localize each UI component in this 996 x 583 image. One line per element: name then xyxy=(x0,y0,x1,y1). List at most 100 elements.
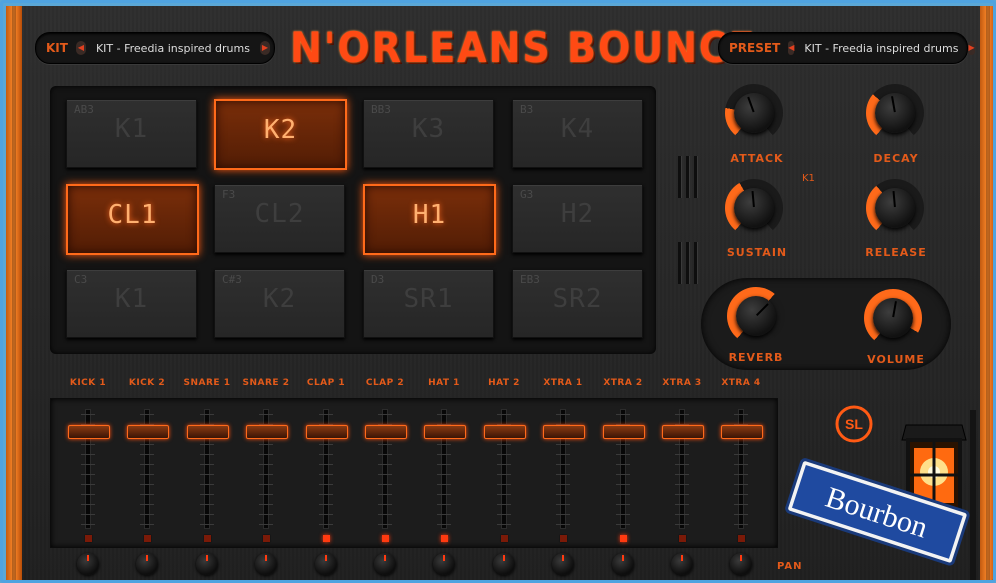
kit-selector[interactable]: KIT ◀ KIT - Freedia inspired drums ▶ xyxy=(35,32,275,64)
drum-pad[interactable]: D3 SR1 xyxy=(363,269,494,338)
preset-selector[interactable]: PRESET ◀ KIT - Freedia inspired drums ▶ xyxy=(718,32,975,64)
attack-knob[interactable] xyxy=(725,84,783,142)
fader-tick xyxy=(319,444,333,445)
pan-knob[interactable] xyxy=(77,553,99,575)
fader-tick xyxy=(616,454,630,455)
pan-knob[interactable] xyxy=(433,553,455,575)
decay-knob[interactable] xyxy=(866,84,924,142)
kit-tag: KIT xyxy=(46,41,68,55)
channel-led xyxy=(679,535,686,542)
volume-knob[interactable] xyxy=(864,289,922,347)
preset-next-arrow-icon[interactable]: ▶ xyxy=(968,41,975,55)
volume-fader-handle[interactable] xyxy=(187,425,229,439)
fader-tick xyxy=(497,484,511,485)
volume-fader-handle[interactable] xyxy=(246,425,288,439)
channel-name: XTRA 4 xyxy=(721,378,761,388)
pan-knob[interactable] xyxy=(671,553,693,575)
drum-pad[interactable]: BB3 K3 xyxy=(363,99,494,168)
drum-pad[interactable]: EB3 SR2 xyxy=(512,269,643,338)
pan-knob[interactable] xyxy=(255,553,277,575)
pan-knob[interactable] xyxy=(552,553,574,575)
release-knob[interactable] xyxy=(866,179,924,237)
bourbon-street-decoration: Bourbon xyxy=(785,410,976,580)
fader-tick xyxy=(378,444,392,445)
fader-tick xyxy=(556,444,570,445)
fader-tick xyxy=(140,414,154,415)
fader-tick xyxy=(616,524,630,525)
volume-fader-handle[interactable] xyxy=(484,425,526,439)
drum-pad[interactable]: C#3 K2 xyxy=(214,269,345,338)
pan-knob[interactable] xyxy=(730,553,752,575)
fader-tick xyxy=(319,474,333,475)
fader-tick xyxy=(200,504,214,505)
fader-tick xyxy=(616,484,630,485)
volume-fader-handle[interactable] xyxy=(127,425,169,439)
channel-led xyxy=(738,535,745,542)
pan-knob[interactable] xyxy=(136,553,158,575)
pad-label: SR2 xyxy=(552,284,603,314)
fader-tick xyxy=(437,514,451,515)
fader-tick xyxy=(200,524,214,525)
fader-tick xyxy=(675,504,689,505)
fader-tick xyxy=(81,454,95,455)
pan-knob[interactable] xyxy=(493,553,515,575)
fader-tick xyxy=(556,494,570,495)
pad-label: K1 xyxy=(114,284,149,314)
preset-prev-arrow-icon[interactable]: ◀ xyxy=(788,41,795,55)
fader-tick xyxy=(556,484,570,485)
volume-fader-handle[interactable] xyxy=(306,425,348,439)
channel-led xyxy=(204,535,211,542)
sustain-knob[interactable] xyxy=(725,179,783,237)
drum-pad[interactable]: B3 K4 xyxy=(512,99,643,168)
fader-tick xyxy=(378,494,392,495)
fader-tick xyxy=(319,464,333,465)
drum-pad[interactable]: K2 xyxy=(214,99,347,170)
volume-fader-handle[interactable] xyxy=(603,425,645,439)
fader-tick xyxy=(616,514,630,515)
fader-tick xyxy=(556,474,570,475)
pan-knob[interactable] xyxy=(196,553,218,575)
fader-tick xyxy=(437,444,451,445)
fader-tick xyxy=(200,494,214,495)
pan-knob[interactable] xyxy=(374,553,396,575)
vent-slot xyxy=(686,242,689,284)
fader-tick xyxy=(497,444,511,445)
fader-tick xyxy=(140,474,154,475)
drum-pad[interactable]: CL1 xyxy=(66,184,199,255)
channel-led xyxy=(85,535,92,542)
fader-tick xyxy=(140,484,154,485)
volume-fader-handle[interactable] xyxy=(543,425,585,439)
fader-tick xyxy=(556,464,570,465)
volume-fader-handle[interactable] xyxy=(721,425,763,439)
fader-tick xyxy=(259,514,273,515)
channel-led xyxy=(620,535,627,542)
fader-tick xyxy=(734,514,748,515)
volume-fader-handle[interactable] xyxy=(365,425,407,439)
fader-tick xyxy=(319,494,333,495)
drum-pad[interactable]: C3 K1 xyxy=(66,269,197,338)
fader-tick xyxy=(734,464,748,465)
pan-knob[interactable] xyxy=(612,553,634,575)
mixer-section xyxy=(50,398,778,548)
fader-tick xyxy=(497,514,511,515)
volume-fader-handle[interactable] xyxy=(662,425,704,439)
reverb-knob[interactable] xyxy=(727,287,785,345)
vent-slot xyxy=(678,242,681,284)
fader-tick xyxy=(200,484,214,485)
volume-fader-handle[interactable] xyxy=(424,425,466,439)
fader-tick xyxy=(259,504,273,505)
fader-tick xyxy=(81,444,95,445)
pan-knob[interactable] xyxy=(315,553,337,575)
drum-pad[interactable]: F3 CL2 xyxy=(214,184,345,253)
fader-tick xyxy=(734,444,748,445)
fader-tick xyxy=(616,494,630,495)
kit-next-arrow-icon[interactable]: ▶ xyxy=(259,41,270,55)
drum-pad[interactable]: AB3 K1 xyxy=(66,99,197,168)
drum-pad[interactable]: H1 xyxy=(363,184,496,255)
volume-fader-handle[interactable] xyxy=(68,425,110,439)
vent-slot xyxy=(686,156,689,198)
kit-prev-arrow-icon[interactable]: ◀ xyxy=(75,41,86,55)
fader-tick xyxy=(616,414,630,415)
fader-tick xyxy=(497,494,511,495)
drum-pad[interactable]: G3 H2 xyxy=(512,184,643,253)
